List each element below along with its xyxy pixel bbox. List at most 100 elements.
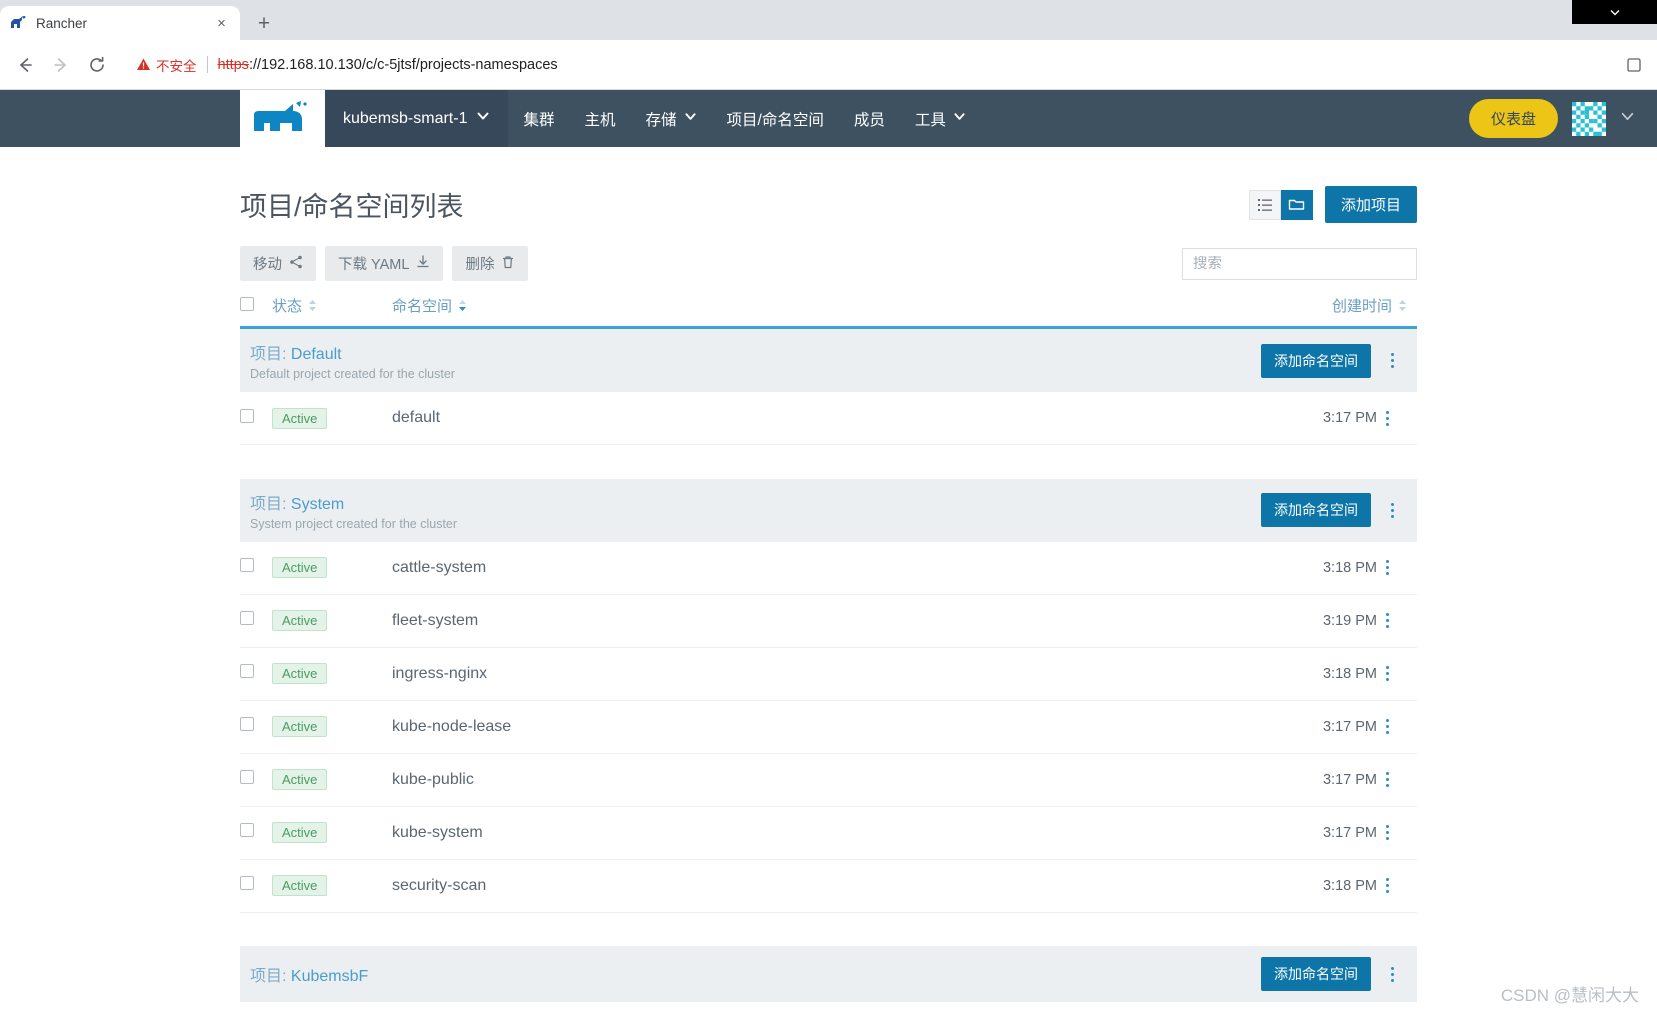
sort-icon: [308, 299, 317, 312]
add-namespace-button[interactable]: 添加命名空间: [1261, 343, 1371, 378]
row-actions-cell: [1376, 806, 1417, 860]
table-row[interactable]: Active default 3:17 PM: [240, 392, 1417, 445]
download-yaml-button[interactable]: 下载 YAML: [325, 246, 444, 281]
group-actions-menu-icon[interactable]: [1381, 497, 1403, 523]
window-controls[interactable]: [1572, 0, 1657, 24]
row-select-cell: [240, 594, 272, 648]
row-actions-menu-icon[interactable]: [1377, 555, 1399, 581]
reload-icon[interactable]: [80, 48, 114, 82]
project-group-title[interactable]: 项目: Default: [250, 340, 1261, 364]
group-actions-menu-icon[interactable]: [1381, 961, 1403, 987]
add-namespace-button[interactable]: 添加命名空间: [1261, 957, 1371, 991]
row-actions-menu-icon[interactable]: [1377, 405, 1399, 431]
project-group-title[interactable]: 项目: System: [250, 490, 1261, 514]
user-menu-chevron-icon[interactable]: [1620, 109, 1635, 129]
bulk-action-toolbar: 移动 下载 YAML 删除: [240, 236, 1417, 287]
project-group-description: System project created for the cluster: [250, 516, 458, 531]
row-namespace-cell[interactable]: kube-node-lease: [392, 700, 1187, 754]
close-icon[interactable]: ×: [213, 15, 230, 32]
search-input[interactable]: [1193, 255, 1406, 272]
list-view-icon[interactable]: [1248, 189, 1281, 220]
row-actions-menu-icon[interactable]: [1377, 608, 1399, 634]
new-tab-button[interactable]: +: [249, 8, 279, 38]
move-label: 移动: [253, 257, 282, 273]
delete-label: 删除: [465, 257, 495, 273]
row-created-cell: 3:18 PM: [1186, 859, 1377, 913]
row-namespace-cell[interactable]: security-scan: [392, 859, 1187, 913]
chevron-down-icon: [684, 110, 697, 128]
group-actions-menu-icon[interactable]: [1381, 348, 1403, 374]
row-checkbox[interactable]: [240, 664, 254, 678]
row-select-cell: [240, 806, 272, 860]
select-all-checkbox[interactable]: [240, 296, 254, 311]
status-header[interactable]: 状态: [272, 287, 392, 328]
chevron-down-icon: [476, 109, 490, 128]
row-namespace-cell[interactable]: cattle-system: [392, 541, 1187, 595]
row-namespace-cell[interactable]: kube-system: [392, 806, 1187, 860]
add-namespace-button[interactable]: 添加命名空间: [1261, 493, 1371, 527]
nav-item-projects-namespaces[interactable]: 项目/命名空间: [712, 90, 839, 147]
row-actions-menu-icon[interactable]: [1377, 661, 1399, 687]
table-row[interactable]: Active security-scan 3:18 PM: [240, 859, 1417, 913]
security-warning[interactable]: 不安全: [136, 55, 197, 75]
row-actions-menu-icon[interactable]: [1377, 714, 1399, 740]
rancher-logo-icon[interactable]: [240, 90, 326, 147]
chevron-down-icon: [1610, 10, 1619, 16]
created-header[interactable]: 创建时间: [1187, 287, 1417, 328]
group-spacer: [240, 444, 1417, 479]
search-box[interactable]: [1182, 247, 1417, 280]
table-row[interactable]: Active fleet-system 3:19 PM: [240, 594, 1417, 648]
browser-toolbar: 不安全 https://192.168.10.130/c/c-5jtsf/pro…: [0, 40, 1657, 90]
row-namespace-cell[interactable]: ingress-nginx: [392, 647, 1187, 701]
address-bar[interactable]: 不安全 https://192.168.10.130/c/c-5jtsf/pro…: [124, 50, 1617, 80]
row-actions-menu-icon[interactable]: [1377, 820, 1399, 846]
status-header-label: 状态: [272, 298, 303, 315]
project-prefix: 项目:: [250, 495, 291, 513]
row-created-cell: 3:17 PM: [1186, 806, 1377, 860]
row-namespace-cell[interactable]: kube-public: [392, 753, 1187, 807]
row-select-cell: [240, 392, 272, 445]
status-badge: Active: [272, 557, 328, 578]
browser-menu-icon[interactable]: [1619, 57, 1649, 73]
table-row[interactable]: Active kube-public 3:17 PM: [240, 753, 1417, 807]
row-actions-menu-icon[interactable]: [1377, 767, 1399, 793]
nav-item-members[interactable]: 成员: [839, 90, 900, 147]
row-actions-menu-icon[interactable]: [1377, 873, 1399, 899]
table-row[interactable]: Active kube-node-lease 3:17 PM: [240, 700, 1417, 754]
row-checkbox[interactable]: [240, 611, 254, 625]
download-icon: [416, 254, 430, 273]
row-checkbox[interactable]: [240, 823, 254, 837]
row-checkbox[interactable]: [240, 408, 254, 423]
browser-tab[interactable]: Rancher ×: [0, 6, 240, 40]
project-group-title[interactable]: 项目: KubemsbF: [250, 962, 1261, 986]
move-button[interactable]: 移动: [240, 246, 316, 281]
table-row[interactable]: Active ingress-nginx 3:18 PM: [240, 647, 1417, 701]
delete-button[interactable]: 删除: [452, 246, 529, 281]
dashboard-button[interactable]: 仪表盘: [1468, 99, 1558, 138]
row-namespace-cell[interactable]: fleet-system: [392, 594, 1187, 648]
row-namespace-cell[interactable]: default: [392, 392, 1187, 445]
cluster-switcher[interactable]: kubemsb-smart-1: [325, 90, 509, 147]
avatar[interactable]: [1572, 101, 1606, 136]
group-view-icon[interactable]: [1280, 189, 1313, 220]
row-checkbox[interactable]: [240, 558, 254, 572]
nav-item-tools[interactable]: 工具: [900, 90, 981, 147]
table-row[interactable]: Active cattle-system 3:18 PM: [240, 541, 1417, 595]
row-status-cell: Active: [272, 700, 392, 754]
row-checkbox[interactable]: [240, 876, 254, 890]
url-scheme: https: [217, 56, 249, 73]
add-project-button[interactable]: 添加项目: [1324, 186, 1417, 223]
row-select-cell: [240, 647, 272, 701]
back-icon[interactable]: [8, 48, 42, 82]
project-prefix: 项目:: [250, 968, 291, 985]
nav-item-storage[interactable]: 存储: [631, 90, 712, 147]
nav-item-clusters[interactable]: 集群: [508, 90, 569, 147]
namespace-header[interactable]: 命名空间: [392, 287, 1187, 328]
table-row[interactable]: Active kube-system 3:17 PM: [240, 806, 1417, 860]
forward-icon[interactable]: [44, 48, 78, 82]
nav-item-hosts[interactable]: 主机: [570, 90, 631, 147]
main-nav: 集群 主机 存储 项目/命名空间 成员 工具: [508, 90, 980, 147]
row-checkbox[interactable]: [240, 717, 254, 731]
row-checkbox[interactable]: [240, 770, 254, 784]
